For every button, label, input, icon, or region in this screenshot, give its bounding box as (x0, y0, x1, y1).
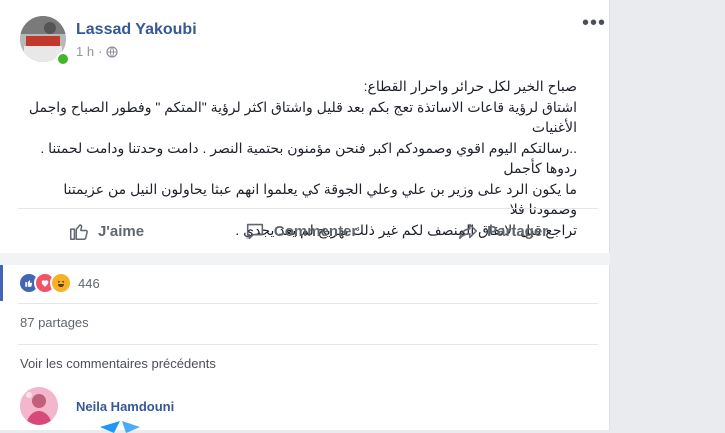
like-button[interactable]: J'aime (58, 214, 154, 248)
post-author-name[interactable]: Lassad Yakoubi (76, 21, 197, 39)
divider (18, 303, 598, 304)
comment-button-label: Commenter (273, 222, 358, 240)
share-arrow-icon (459, 223, 478, 240)
share-button-label: Partager (487, 222, 549, 240)
post-actions-bar: J'aime Commenter Partager (18, 209, 598, 253)
section-separator (0, 253, 610, 265)
reactions-summary[interactable]: 446 (0, 265, 610, 301)
view-previous-comments-link[interactable]: Voir les commentaires précédents (20, 356, 216, 371)
shares-count-link[interactable]: 87 partages (20, 315, 89, 330)
post-text-line: صباح الخير لكل حرائر واحرار القطاع: (363, 78, 577, 94)
comment-author-name[interactable]: Neila Hamdouni (76, 399, 174, 414)
haha-reaction-icon (50, 272, 72, 294)
more-options-icon[interactable]: ••• (582, 13, 606, 33)
cursor-pointer-icon (100, 421, 140, 433)
post-text-line: اشتاق لرؤية قاعات الاساتذة تعج بكم بعد ق… (28, 98, 577, 136)
share-button[interactable]: Partager (447, 214, 558, 248)
like-button-label: J'aime (97, 222, 145, 240)
comment-bubble-icon (246, 223, 264, 240)
divider (18, 344, 598, 345)
meta-separator: · (98, 44, 103, 59)
post-text-line: ..رسالتكم اليوم اقوي وصمودكم اكبر فنحن م… (40, 139, 577, 177)
reactions-count: 446 (78, 275, 100, 291)
comment-button[interactable]: Commenter (234, 214, 367, 248)
post-card: Lassad Yakoubi 1 h · ••• صباح الخير لكل … (0, 0, 610, 433)
commenter-avatar[interactable] (20, 387, 58, 425)
globe-icon (106, 45, 119, 58)
thumbs-up-icon (69, 224, 88, 240)
post-meta: 1 h · (76, 44, 119, 59)
post-timestamp[interactable]: 1 h (76, 44, 94, 59)
online-status-indicator (56, 52, 70, 66)
